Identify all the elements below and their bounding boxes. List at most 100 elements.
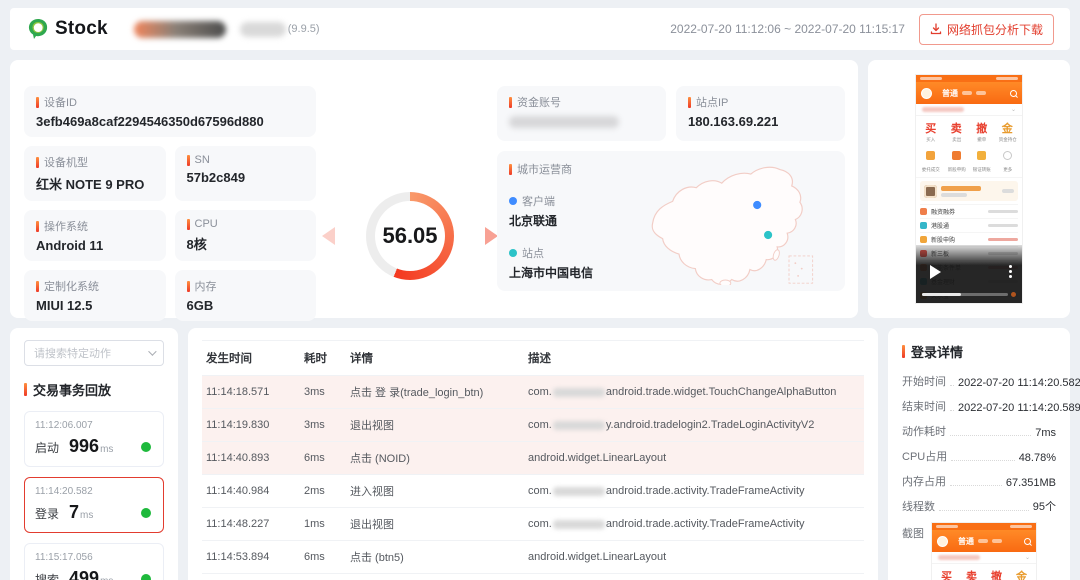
ph-act-small: 撤单 — [970, 136, 993, 142]
avatar — [921, 88, 932, 99]
event-detail: 点击 (NOID) — [346, 442, 524, 475]
detail-value: 7ms — [1035, 427, 1056, 439]
replay-card[interactable]: 11:15:17.056 搜索 499 ms — [24, 543, 164, 580]
ph-sblob — [936, 525, 958, 528]
table-row[interactable]: 11:14:53.8946ms 点击 (btn5)android.widget.… — [202, 541, 864, 574]
rect — [789, 256, 813, 283]
event-time: 11:14:40.984 — [202, 475, 300, 508]
phone-menu-item: 港股通 — [920, 218, 1018, 232]
event-detail: 点击 登 录(trade_login_btn) — [346, 376, 524, 409]
app-version: (9.9.5) — [288, 23, 320, 35]
span: 内存 — [195, 278, 217, 294]
accent-bar — [509, 97, 512, 108]
span: 设备机型 — [44, 154, 88, 170]
login-detail-rows: 开始时间 2022-07-20 11:14:20.582结束时间 2022-07… — [902, 373, 1056, 514]
replay-card[interactable]: 11:14:20.582 登录 7 ms — [24, 477, 164, 533]
replay-section-title: 交易事务回放 — [24, 380, 164, 399]
device-card: SN 57b2c849 — [175, 146, 317, 201]
blob — [988, 210, 1018, 213]
blob — [941, 186, 981, 191]
ph-act: 金资金持仓 — [995, 120, 1021, 143]
prev-arrow[interactable] — [322, 227, 335, 245]
event-cost: 2ms — [300, 475, 346, 508]
redacted-fund-account — [509, 116, 619, 128]
table-header-cell: 描述 — [524, 341, 864, 376]
network-capture-download-button[interactable]: 网络抓包分析下载 — [919, 14, 1054, 45]
event-cost: 2ms — [300, 574, 346, 580]
table-row[interactable]: 11:14:40.9842ms 进入视图com.android.trade.ac… — [202, 475, 864, 508]
device-card-value: 6GB — [187, 298, 305, 313]
action-search-select[interactable]: 请搜索特定动作 — [24, 340, 164, 366]
chevron-down-icon — [148, 347, 156, 355]
ph-li — [920, 236, 927, 243]
device-card-label: 设备机型 — [36, 154, 154, 170]
detail-label: 开始时间 — [902, 373, 946, 389]
detail-value: 67.351MB — [1006, 477, 1056, 489]
operator-legend: 客户端 北京联通 站点 上海市中国电信 — [509, 193, 593, 297]
phone-account-strip: ⌄ — [916, 104, 1022, 116]
device-info-grid: 设备ID 3efb469a8caf2294546350d67596d880 设备机… — [24, 86, 316, 321]
event-table-panel: 发生时间耗时详情描述 11:14:18.5713ms 点击 登 录(trade_… — [188, 328, 878, 580]
ph-act-small: 资金持仓 — [996, 136, 1019, 142]
event-desc: android.widget.LinearLayout — [524, 541, 864, 574]
login-screenshot-thumbnail[interactable]: 普通 ⌄ 买买入卖卖出撤撤单金资金持仓 委托成交新股申购银证转账更多 融资融券港… — [932, 523, 1036, 580]
detail-value: 48.78% — [1019, 452, 1056, 464]
china-map — [619, 165, 839, 285]
ph-tabblob — [962, 91, 972, 95]
detail-label: 内存占用 — [902, 473, 946, 489]
detail-label: 动作耗时 — [902, 423, 946, 439]
table-row[interactable]: 11:14:19.8303ms 退出视图com.y.android.tradel… — [202, 409, 864, 442]
redacted-package-segment — [553, 520, 605, 529]
device-card: 设备ID 3efb469a8caf2294546350d67596d880 — [24, 86, 316, 137]
ph-act-big: 买 — [934, 568, 959, 580]
i — [922, 293, 961, 296]
redacted-package-segment — [553, 388, 605, 397]
span: CPU — [195, 218, 218, 230]
beijing-dot — [753, 201, 761, 209]
ph-act: 金资金持仓 — [1009, 568, 1034, 580]
replay-unit: ms — [100, 576, 113, 580]
topbar-right: 2022-07-20 11:12:06 ~ 2022-07-20 11:15:1… — [670, 14, 1054, 45]
span: 操作系统 — [44, 218, 88, 234]
ph-tabblob — [978, 539, 988, 543]
site-dot — [509, 249, 517, 257]
table-row[interactable]: 11:14:40.8936ms 点击 (NOID)android.widget.… — [202, 442, 864, 475]
ph-lt: 新股申购 — [931, 235, 955, 244]
device-card: CPU 8核 — [175, 210, 317, 261]
detail-row: 动作耗时 7ms — [902, 423, 1056, 439]
event-desc: com.android.trade.activity.TradeFrameAct… — [524, 508, 864, 541]
path — [652, 167, 802, 284]
replay-card[interactable]: 11:12:06.007 启动 996 ms — [24, 411, 164, 467]
redacted-account — [938, 555, 980, 560]
event-cost: 1ms — [300, 508, 346, 541]
ph-act-big: 金 — [995, 120, 1021, 136]
table-row[interactable]: 11:14:48.2271ms 退出视图com.android.trade.ac… — [202, 508, 864, 541]
ph-ic — [926, 151, 935, 160]
detail-value: 95个 — [1033, 498, 1056, 514]
dotted-leader — [950, 435, 1031, 436]
status-dot — [141, 442, 151, 452]
score-gauge: 56.05 — [366, 192, 454, 280]
rc-line: 搜索 499 ms — [35, 568, 153, 580]
card-label: 资金账号 — [509, 94, 654, 110]
detail-row: 结束时间 2022-07-20 11:14:20.589 — [902, 398, 1056, 414]
screenshot-row: 截图 普通 ⌄ 买买入卖卖出撤撤单金资金持仓 委托成交新股申购银证转账更多 融资… — [902, 523, 1056, 580]
table-header-cell: 发生时间 — [202, 341, 300, 376]
device-card-value: MIUI 12.5 — [36, 298, 154, 313]
replay-duration: 499 — [69, 568, 99, 580]
login-detail-panel: 登录详情 开始时间 2022-07-20 11:14:20.582结束时间 20… — [888, 328, 1070, 580]
site-value: 上海市中国电信 — [509, 264, 593, 281]
accent-bar — [902, 345, 905, 358]
shanghai-dot — [764, 231, 772, 239]
table-row[interactable]: 11:14:18.5713ms 点击 登 录(trade_login_btn)c… — [202, 376, 864, 409]
table-row[interactable]: 11:15:02.2852ms 点击 (btn5)android.widget.… — [202, 574, 864, 580]
replay-unit: ms — [80, 510, 93, 521]
redacted-package-segment — [553, 487, 605, 496]
device-card: 内存 6GB — [175, 270, 317, 321]
ph-li — [920, 208, 927, 215]
event-time: 11:14:53.894 — [202, 541, 300, 574]
chevron-down-icon: ⌄ — [1011, 106, 1016, 113]
phone-app-header: 普通 — [916, 82, 1022, 104]
event-detail: 退出视图 — [346, 508, 524, 541]
replay-time: 11:15:17.056 — [35, 552, 153, 563]
